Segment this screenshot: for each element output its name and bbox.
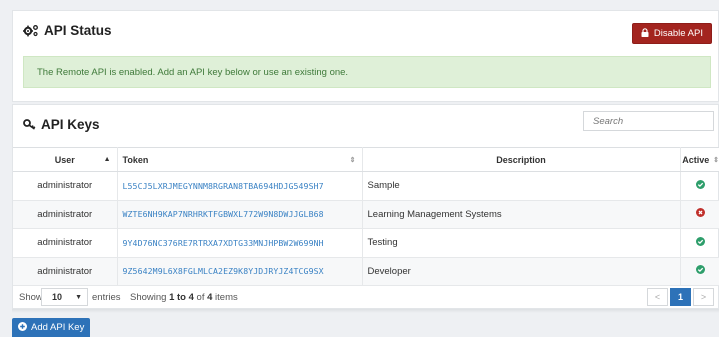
disable-api-button[interactable]: Disable API	[631, 23, 712, 44]
add-api-key-label: Add API Key	[31, 322, 85, 333]
table-row: administrator L55CJ5LXRJMEGYNNM8RGRAN8TB…	[13, 171, 719, 201]
active-cell[interactable]	[680, 257, 719, 286]
showing-mid: of	[193, 292, 208, 303]
api-keys-heading: API Keys	[23, 117, 100, 132]
api-keys-title: API Keys	[41, 117, 100, 132]
description-cell: Developer	[362, 257, 681, 286]
active-cell[interactable]	[680, 200, 719, 229]
add-api-key-button[interactable]: Add API Key	[12, 318, 91, 337]
column-header-user-label: User	[54, 154, 75, 165]
sort-icon: ⇕	[349, 157, 356, 164]
column-header-active[interactable]: Active ⇕	[680, 147, 719, 172]
column-header-description-label: Description	[496, 154, 546, 165]
x-circle-icon	[695, 208, 705, 220]
check-circle-icon	[695, 179, 705, 192]
showing-prefix: Showing	[130, 292, 170, 303]
page-size-select[interactable]: 10 ▼	[41, 288, 88, 306]
api-keys-panel: API Keys User ▲ Token ⇕ Description Active…	[12, 104, 719, 309]
token-link[interactable]: 9Y4D76NC376RE7RTRXA7XDTG33MNJHPBW2W699NH	[117, 228, 363, 258]
showing-suffix: items	[212, 292, 238, 303]
token-link[interactable]: L55CJ5LXRJMEGYNNM8RGRAN8TBA694HDJG549SH7	[117, 171, 363, 201]
key-icon	[23, 119, 36, 130]
pagination: < 1 >	[645, 288, 714, 306]
check-circle-icon	[695, 265, 705, 277]
api-keys-table: User ▲ Token ⇕ Description Active ⇕ adminis…	[13, 147, 719, 286]
api-enabled-alert: The Remote API is enabled. Add an API ke…	[23, 56, 711, 88]
token-link[interactable]: WZTE6NH9KAP7NRHRKTFGBWXL772W9N8DWJJGLB68	[117, 200, 363, 229]
user-cell: administrator	[13, 200, 118, 229]
api-status-title: API Status	[44, 23, 112, 38]
column-header-active-label: Active	[682, 154, 710, 165]
page-1-button[interactable]: 1	[670, 288, 691, 306]
active-cell[interactable]	[680, 228, 719, 258]
table-row: administrator WZTE6NH9KAP7NRHRKTFGBWXL77…	[13, 200, 719, 229]
api-status-heading: API Status	[23, 23, 112, 38]
description-cell: Sample	[362, 171, 681, 201]
lock-icon	[641, 27, 649, 40]
check-circle-icon	[695, 236, 705, 249]
entries-label: entries	[92, 292, 121, 303]
panel-shadow	[12, 309, 719, 313]
search-input[interactable]	[583, 111, 714, 131]
prev-page-button[interactable]: <	[647, 288, 668, 306]
table-row: administrator 9Z5642M9L6X8FGLMLCA2EZ9K8Y…	[13, 257, 719, 286]
disable-api-label: Disable API	[653, 28, 703, 39]
active-cell[interactable]	[680, 171, 719, 201]
token-link[interactable]: 9Z5642M9L6X8FGLMLCA2EZ9K8YJDJRYJZ4TCG9SX	[117, 257, 363, 286]
plus-circle-icon	[18, 321, 27, 334]
caret-down-icon: ▼	[75, 294, 82, 301]
showing-info: Showing 1 to 4 of 4 items	[130, 292, 238, 303]
table-row: administrator 9Y4D76NC376RE7RTRXA7XDTG33…	[13, 228, 719, 258]
user-cell: administrator	[13, 257, 118, 286]
api-status-panel: API Status Disable API The Remote API is…	[12, 10, 719, 102]
sort-asc-icon: ▲	[103, 156, 111, 163]
user-cell: administrator	[13, 171, 118, 201]
column-header-description[interactable]: Description	[362, 147, 681, 172]
show-label: Show	[19, 292, 43, 303]
description-cell: Testing	[362, 228, 681, 258]
description-cell: Learning Management Systems	[362, 200, 681, 229]
column-header-token-label: Token	[122, 154, 149, 165]
next-page-button[interactable]: >	[693, 288, 714, 306]
gears-icon	[23, 24, 39, 37]
sort-icon: ⇕	[713, 157, 719, 164]
column-header-token[interactable]: Token ⇕	[117, 147, 363, 172]
showing-range: 1 to 4	[169, 292, 194, 303]
user-cell: administrator	[13, 228, 118, 258]
page-size-value: 10	[52, 292, 63, 302]
column-header-user[interactable]: User ▲	[13, 147, 118, 172]
table-footer: Show 10 ▼ entries Showing 1 to 4 of 4 it…	[13, 285, 719, 310]
